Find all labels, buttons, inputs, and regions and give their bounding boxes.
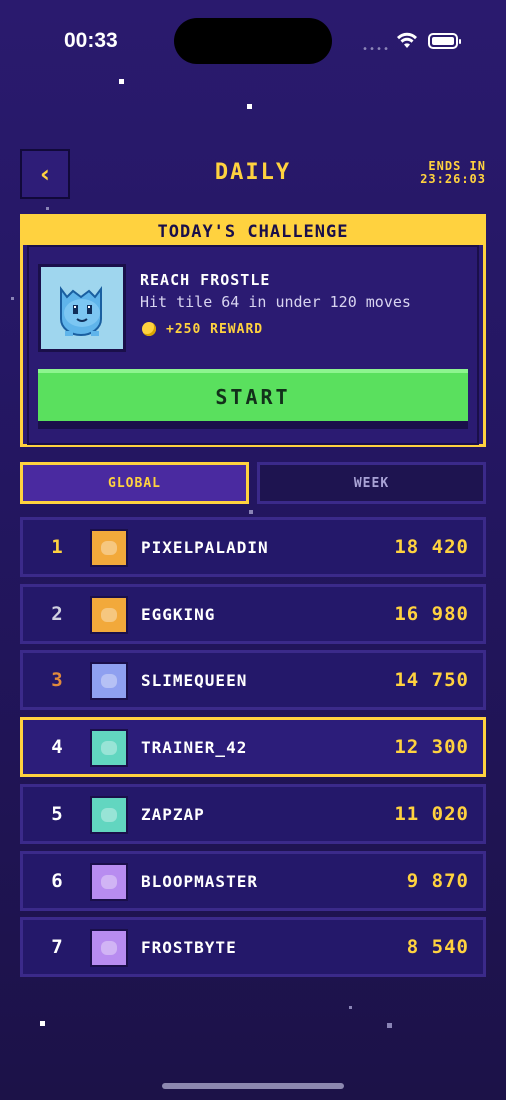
- player-score: 9 870: [406, 869, 469, 892]
- frostle-sprite: [60, 286, 102, 336]
- start-button[interactable]: START: [38, 369, 468, 429]
- rank-number: 2: [51, 602, 63, 625]
- star-decoration: [40, 1021, 45, 1026]
- leaderboard-row[interactable]: 2 EGGKING 16 980: [20, 583, 486, 644]
- avatar: [90, 929, 128, 968]
- star-decoration: [247, 104, 252, 109]
- avatar: [90, 595, 128, 634]
- rank-number: 7: [51, 936, 63, 959]
- player-score: 11 020: [394, 802, 469, 825]
- star-decoration: [11, 297, 14, 300]
- rank-number: 6: [51, 869, 63, 892]
- countdown: ENDS IN 23:26:03: [420, 160, 486, 186]
- leaderboard-row[interactable]: 5 ZAPZAP 11 020: [20, 783, 486, 844]
- tab-week[interactable]: WEEK: [257, 462, 486, 504]
- avatar: [90, 662, 128, 701]
- rank-number: 5: [51, 802, 63, 825]
- player-name: PIXELPALADIN: [141, 538, 269, 557]
- challenge-heading: TODAY'S CHALLENGE: [23, 217, 483, 245]
- home-indicator[interactable]: [162, 1083, 344, 1089]
- player-name: ZAPZAP: [141, 804, 205, 824]
- leaderboard-row[interactable]: 3 SLIMEQUEEN 14 750: [20, 650, 486, 711]
- status-time: 00:33: [64, 29, 118, 52]
- tab-global[interactable]: GLOBAL: [20, 462, 249, 504]
- star-decoration: [387, 1023, 392, 1028]
- coin-icon: [142, 322, 156, 336]
- leaderboard-row[interactable]: 4 TRAINER_42 12 300: [20, 717, 486, 778]
- signal-icon: ••••: [362, 44, 391, 55]
- player-name: EGGKING: [141, 604, 216, 624]
- rank-number: 3: [51, 669, 63, 692]
- leaderboard-row[interactable]: 7 FROSTBYTE 8 540: [20, 917, 486, 978]
- player-name: FROSTBYTE: [141, 938, 237, 958]
- leaderboard-row[interactable]: 6 BLOOPMASTER 9 870: [20, 850, 486, 911]
- frostle-pet-icon: [38, 264, 126, 352]
- star-decoration: [119, 79, 124, 84]
- player-score: 18 420: [394, 536, 469, 558]
- rank-number: 1: [51, 536, 63, 558]
- challenge-name: REACH FROSTLE: [140, 271, 271, 289]
- avatar: [90, 862, 128, 901]
- player-score: 8 540: [406, 936, 469, 959]
- challenge-description: Hit tile 64 in under 120 moves: [140, 293, 411, 311]
- leaderboard-row[interactable]: 1 PIXELPALADIN 18 420: [20, 517, 486, 577]
- dynamic-island: [174, 18, 332, 64]
- star-decoration: [46, 207, 49, 210]
- player-score: 14 750: [394, 669, 469, 692]
- star-decoration: [349, 1006, 352, 1009]
- rank-number: 4: [51, 736, 63, 759]
- avatar: [90, 729, 128, 768]
- countdown-time: 23:26:03: [420, 172, 486, 186]
- player-name: BLOOPMASTER: [141, 871, 258, 891]
- player-score: 16 980: [394, 602, 469, 625]
- avatar: [90, 795, 128, 834]
- star-decoration: [249, 510, 253, 514]
- avatar: [90, 529, 128, 567]
- player-score: 12 300: [394, 736, 469, 759]
- player-name: SLIMEQUEEN: [141, 671, 248, 691]
- wifi-icon: [397, 32, 417, 48]
- player-name: TRAINER_42: [141, 738, 248, 758]
- challenge-reward: +250 REWARD: [166, 322, 264, 337]
- battery-icon: [428, 33, 461, 49]
